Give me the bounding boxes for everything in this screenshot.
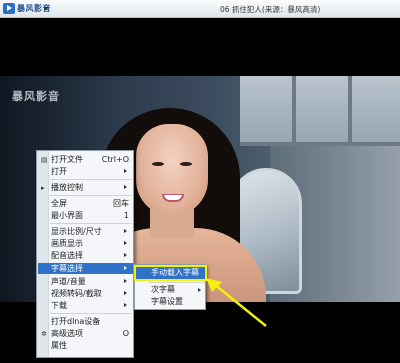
menu-separator bbox=[50, 223, 132, 224]
menu-item-subtitle-select[interactable]: 字幕选择 bbox=[38, 263, 133, 274]
window-title: 06 抓住犯人(来源：暴风高清) bbox=[220, 5, 321, 14]
title-bar: 暴风影音 06 抓住犯人(来源：暴风高清) bbox=[0, 0, 400, 18]
settings-icon: ✲ bbox=[41, 330, 47, 338]
menu-item-download[interactable]: 下载 bbox=[38, 300, 133, 311]
app-logo-icon[interactable] bbox=[3, 3, 15, 14]
video-watermark: 暴风影音 bbox=[12, 90, 60, 103]
annotation-arrow-icon bbox=[206, 278, 267, 327]
chevron-right-icon bbox=[124, 241, 127, 245]
menu-item-audio-track[interactable]: 配音选择 bbox=[38, 250, 133, 261]
chevron-right-icon bbox=[124, 229, 127, 233]
menu-separator bbox=[149, 282, 205, 283]
menu-item-open-file[interactable]: ▤ 打开文件 Ctrl+O bbox=[38, 154, 133, 165]
menu-item-mini-mode[interactable]: 最小界面 1 bbox=[38, 210, 133, 221]
menu-item-fullscreen[interactable]: 全屏 回车 bbox=[38, 198, 133, 209]
menu-separator bbox=[50, 179, 132, 180]
menu-item-advanced-options[interactable]: ✲ 高级选项 O bbox=[38, 328, 133, 339]
menu-item-dlna-device[interactable]: 打开dlna设备 bbox=[38, 316, 133, 327]
chevron-right-icon bbox=[124, 303, 127, 307]
menu-item-playback-control[interactable]: ▸ 播放控制 bbox=[38, 182, 133, 193]
submenu-item-load-subtitle[interactable]: 手动载入字幕 bbox=[134, 265, 207, 281]
chevron-down-icon[interactable] bbox=[43, 7, 49, 10]
menu-item-properties[interactable]: 属性 bbox=[38, 340, 133, 351]
folder-icon: ▤ bbox=[41, 156, 48, 164]
submenu-item-subtitle-settings[interactable]: 字幕设置 bbox=[136, 296, 205, 308]
chevron-right-icon bbox=[124, 291, 127, 295]
video-window-frame bbox=[240, 76, 400, 146]
menu-item-aspect-ratio[interactable]: 显示比例/尺寸 bbox=[38, 226, 133, 237]
video-person-eye bbox=[152, 162, 164, 166]
context-menu: ▤ 打开文件 Ctrl+O 打开 ▸ 播放控制 全屏 回车 最小界面 1 显示比… bbox=[36, 150, 134, 358]
menu-item-transcode-capture[interactable]: 视频转码/截取 bbox=[38, 288, 133, 299]
menu-separator bbox=[50, 195, 132, 196]
chevron-right-icon bbox=[124, 253, 127, 257]
video-person-face bbox=[136, 124, 208, 216]
chevron-right-icon bbox=[124, 185, 127, 189]
menu-item-picture-quality[interactable]: 画质显示 bbox=[38, 238, 133, 249]
chevron-right-icon bbox=[124, 279, 127, 283]
menu-separator bbox=[50, 313, 132, 314]
subtitle-submenu: 手动载入字幕 次字幕 字幕设置 bbox=[134, 264, 207, 310]
menu-item-open[interactable]: 打开 bbox=[38, 166, 133, 177]
video-person-eye bbox=[180, 162, 192, 166]
submenu-item-secondary-subtitle[interactable]: 次字幕 bbox=[136, 284, 205, 296]
play-icon: ▸ bbox=[41, 184, 45, 192]
chevron-right-icon bbox=[124, 169, 127, 173]
chevron-right-icon bbox=[124, 266, 127, 270]
menu-item-channel-volume[interactable]: 声道/音量 bbox=[38, 276, 133, 287]
